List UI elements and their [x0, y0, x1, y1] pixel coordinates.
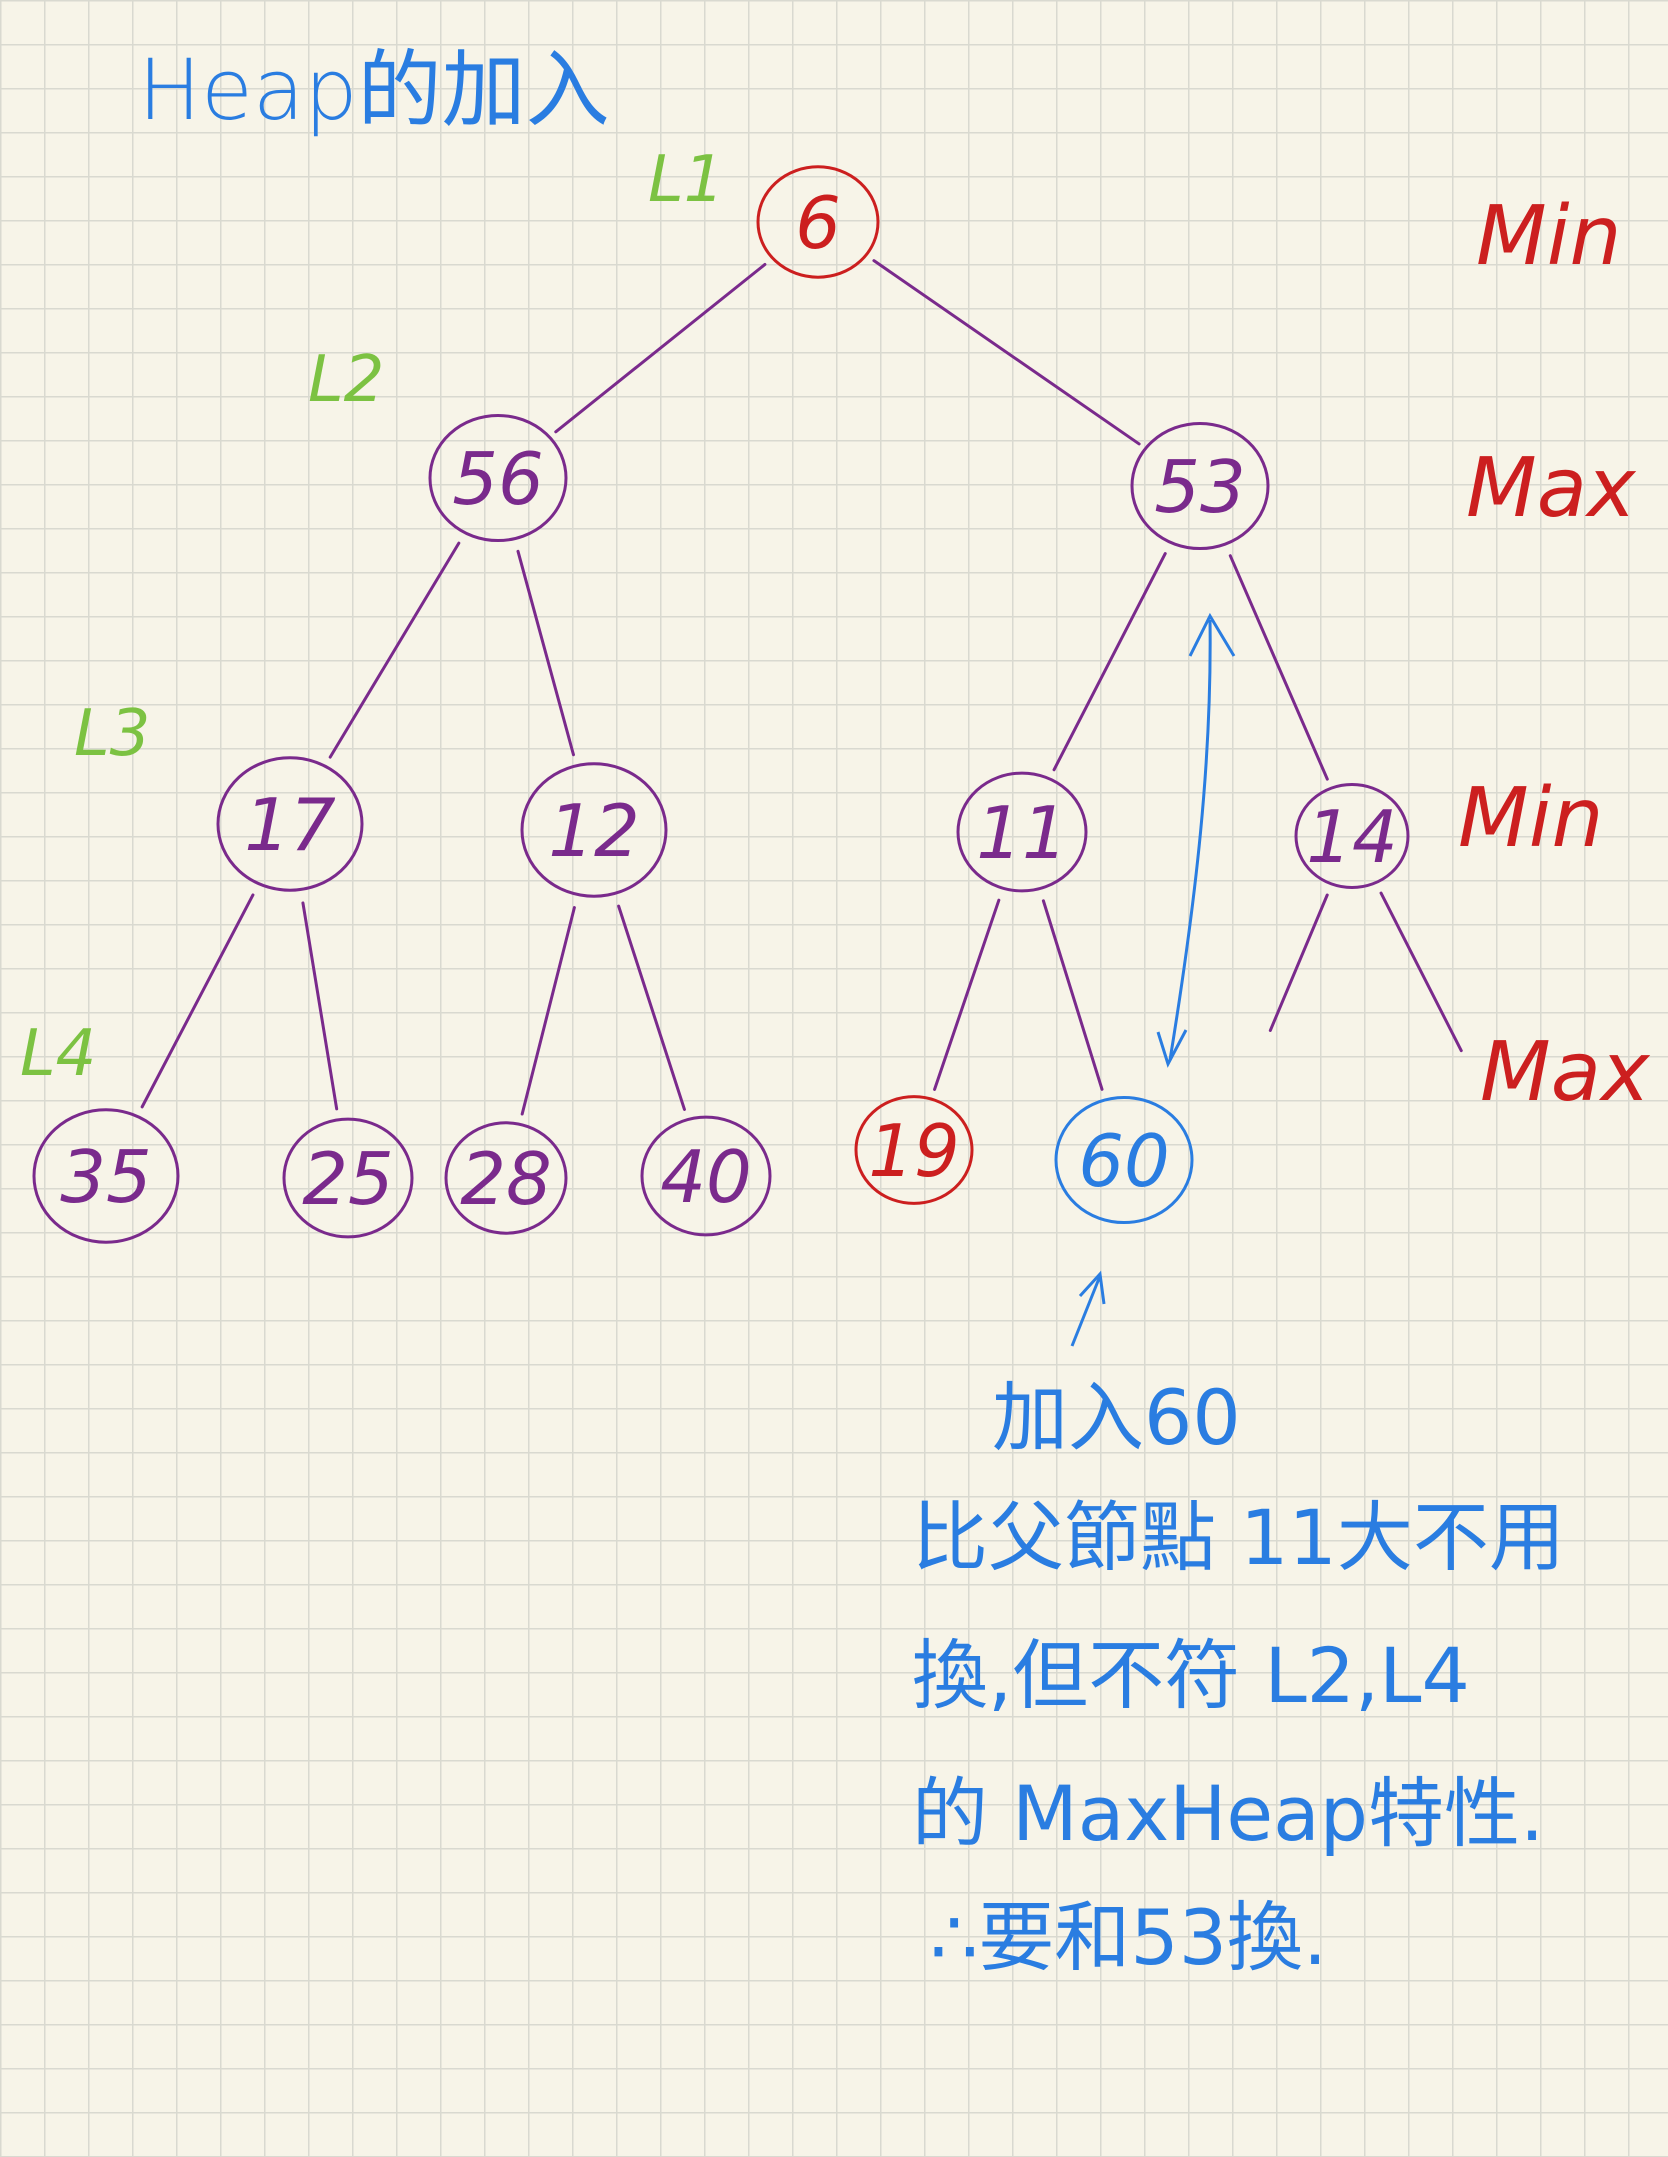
edge-n11-n60: [1041, 899, 1104, 1091]
node-value: 35: [60, 1135, 152, 1219]
node-value: 19: [868, 1109, 960, 1193]
note-line-2: 比父節點 11大不用: [912, 1493, 1565, 1582]
node-value: 28: [460, 1137, 552, 1221]
edge-n17-n35: [140, 893, 255, 1109]
level-type-l2: Max: [1466, 441, 1636, 536]
note-line-3: 換,但不符 L2,L4: [912, 1631, 1470, 1720]
insert-arrow: [1070, 1275, 1102, 1347]
node-value: 12: [548, 789, 640, 873]
level-label-l3: L3: [74, 697, 151, 771]
node-11: 11: [956, 771, 1088, 893]
node-35: 35: [32, 1108, 180, 1244]
edge-n53-n11: [1052, 552, 1167, 772]
edge-n56-n12: [516, 549, 575, 757]
edge-n11-n19: [933, 898, 1001, 1091]
node-6: 6: [756, 165, 880, 279]
node-value: 14: [1306, 795, 1398, 879]
node-value: 25: [302, 1137, 394, 1221]
node-25: 25: [282, 1117, 414, 1239]
level-type-l4: Max: [1480, 1025, 1650, 1120]
node-value: 17: [244, 783, 336, 867]
node-value: 56: [452, 437, 544, 521]
node-28: 28: [444, 1121, 568, 1235]
node-value: 11: [976, 791, 1068, 875]
note-line-1: 加入60: [992, 1373, 1241, 1462]
edge-n14-stub-left: [1268, 893, 1329, 1032]
level-label-l1: L1: [648, 143, 725, 217]
node-60: 60: [1054, 1095, 1194, 1225]
node-value: 40: [660, 1135, 752, 1219]
edge-n6-n53: [872, 259, 1141, 446]
swap-arrow-head-up: [1188, 612, 1236, 657]
node-40: 40: [640, 1115, 772, 1237]
node-value: 53: [1154, 445, 1246, 529]
note-line-5: ∴要和53換.: [930, 1893, 1328, 1982]
edge-n12-n28: [520, 906, 576, 1116]
swap-arrow: [1168, 619, 1212, 1061]
node-56: 56: [428, 413, 568, 543]
node-14: 14: [1294, 782, 1410, 890]
edge-n6-n56: [554, 262, 767, 434]
node-53: 53: [1130, 421, 1270, 551]
node-19: 19: [854, 1095, 974, 1205]
note-line-4: 的 MaxHeap特性.: [912, 1769, 1545, 1858]
edge-n17-n25: [301, 901, 339, 1111]
page-title: Heap的加入: [138, 41, 610, 139]
node-17: 17: [216, 756, 364, 892]
edge-n14-stub-right: [1379, 891, 1463, 1053]
edge-n53-n14: [1228, 554, 1329, 781]
level-type-l3: Min: [1458, 771, 1604, 866]
node-value: 60: [1078, 1119, 1170, 1203]
node-value: 6: [795, 181, 841, 265]
level-label-l2: L2: [308, 343, 385, 417]
level-label-l4: L4: [20, 1017, 97, 1091]
node-12: 12: [520, 762, 668, 898]
edge-n56-n17: [328, 541, 461, 759]
edge-n12-n40: [617, 904, 686, 1111]
level-type-l1: Min: [1476, 189, 1622, 284]
